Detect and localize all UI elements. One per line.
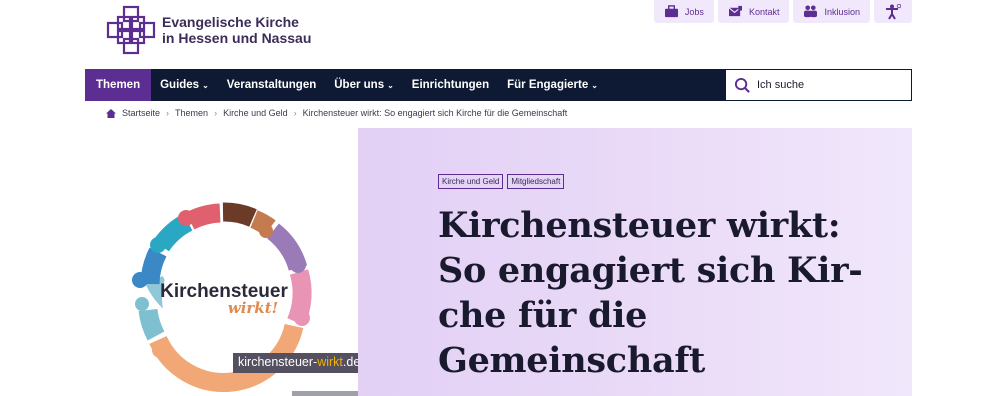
chevron-right-icon: › xyxy=(166,108,170,118)
service-inklusion-label: Inklusion xyxy=(824,6,860,17)
breadcrumb-link-home[interactable]: Startseite xyxy=(122,108,160,118)
breadcrumb-link-themen[interactable]: Themen xyxy=(175,108,208,118)
nav-item-guides[interactable]: Guides ⌄ xyxy=(151,69,218,101)
nav-item-einrichtungen-label: Einrichtungen xyxy=(411,79,490,91)
nav-item-guides-label: Guides xyxy=(160,79,200,91)
page-title-line-2: So engagiert sich Kir- xyxy=(438,250,863,291)
hero-panel: Kirche und Geld Mitgliedschaft Kirchenst… xyxy=(358,128,912,396)
image-credit xyxy=(292,391,358,396)
service-kontakt-label: Kontakt xyxy=(748,6,780,17)
chevron-down-icon: ⌄ xyxy=(591,80,598,90)
people-icon xyxy=(804,5,818,18)
chevron-down-icon: ⌄ xyxy=(387,80,394,90)
logo-title-line2: wirkt! xyxy=(228,299,278,317)
image-url-prefix: kirchensteuer- xyxy=(238,355,318,369)
tag-mitgliedschaft[interactable]: Mitgliedschaft xyxy=(507,174,565,189)
service-inklusion-link[interactable]: Inklusion xyxy=(793,0,870,23)
mail-icon xyxy=(728,5,742,17)
breadcrumb: Startseite › Themen › Kirche und Geld › … xyxy=(106,108,567,118)
page-title-line-4: Gemeinschaft xyxy=(438,340,705,381)
chevron-right-icon: › xyxy=(214,108,218,118)
chevron-down-icon: ⌄ xyxy=(202,80,209,90)
search-box[interactable] xyxy=(726,70,911,100)
search-input[interactable] xyxy=(757,79,897,91)
logo-line-2: in Hessen und Nassau xyxy=(162,30,312,46)
accessibility-button[interactable] xyxy=(874,0,912,23)
site-logo[interactable]: Evangelische Kirche in Hessen und Nassau xyxy=(106,5,311,55)
page-title-line-3: che für die xyxy=(438,295,648,336)
image-url-caption: kirchensteuer-wirkt.de xyxy=(233,353,366,373)
image-url-accent: wirkt xyxy=(317,355,343,369)
cross-logo-icon xyxy=(106,5,156,55)
nav-item-einrichtungen[interactable]: Einrichtungen xyxy=(403,69,498,101)
service-jobs-link[interactable]: Jobs xyxy=(653,0,714,23)
service-kontakt-link[interactable]: Kontakt xyxy=(717,0,790,23)
chevron-right-icon: › xyxy=(293,108,297,118)
nav-item-veranstaltungen[interactable]: Veranstaltungen xyxy=(218,69,325,101)
nav-item-themen[interactable]: Themen xyxy=(85,69,152,101)
nav-item-ueber-uns[interactable]: Über uns ⌄ xyxy=(325,69,403,101)
tag-kirche-und-geld[interactable]: Kirche und Geld xyxy=(438,174,504,189)
main-navigation: Themen Guides ⌄ Veranstaltungen Über uns ⌄… xyxy=(85,69,912,101)
tag-list: Kirche und Geld Mitgliedschaft xyxy=(438,174,565,189)
breadcrumb-link-kirche-und-geld[interactable]: Kirche und Geld xyxy=(223,108,288,118)
nav-item-ueber-uns-label: Über uns xyxy=(334,79,385,91)
logo-line-1: Evangelische Kirche xyxy=(162,14,299,30)
accessibility-icon xyxy=(886,3,901,20)
service-jobs-label: Jobs xyxy=(684,6,704,17)
breadcrumb-current: Kirchensteuer wirkt: So engagiert sich K… xyxy=(302,108,568,118)
logo-text: Evangelische Kirche in Hessen und Nassau xyxy=(162,14,311,46)
nav-item-fuer-engagierte-label: Für Engagierte xyxy=(507,79,589,91)
nav-item-themen-label: Themen xyxy=(96,79,141,91)
service-nav: Jobs Kontakt Inklusion xyxy=(653,0,912,23)
nav-item-veranstaltungen-label: Veranstaltungen xyxy=(226,79,317,91)
search-icon xyxy=(734,77,750,93)
page-title: Kirchensteuer wirkt: So engagiert sich K… xyxy=(438,203,878,383)
nav-item-fuer-engagierte[interactable]: Für Engagierte ⌄ xyxy=(498,69,607,101)
page-title-line-1: Kirchensteuer wirkt: xyxy=(438,205,841,246)
briefcase-icon xyxy=(664,5,678,18)
home-icon xyxy=(106,108,116,118)
